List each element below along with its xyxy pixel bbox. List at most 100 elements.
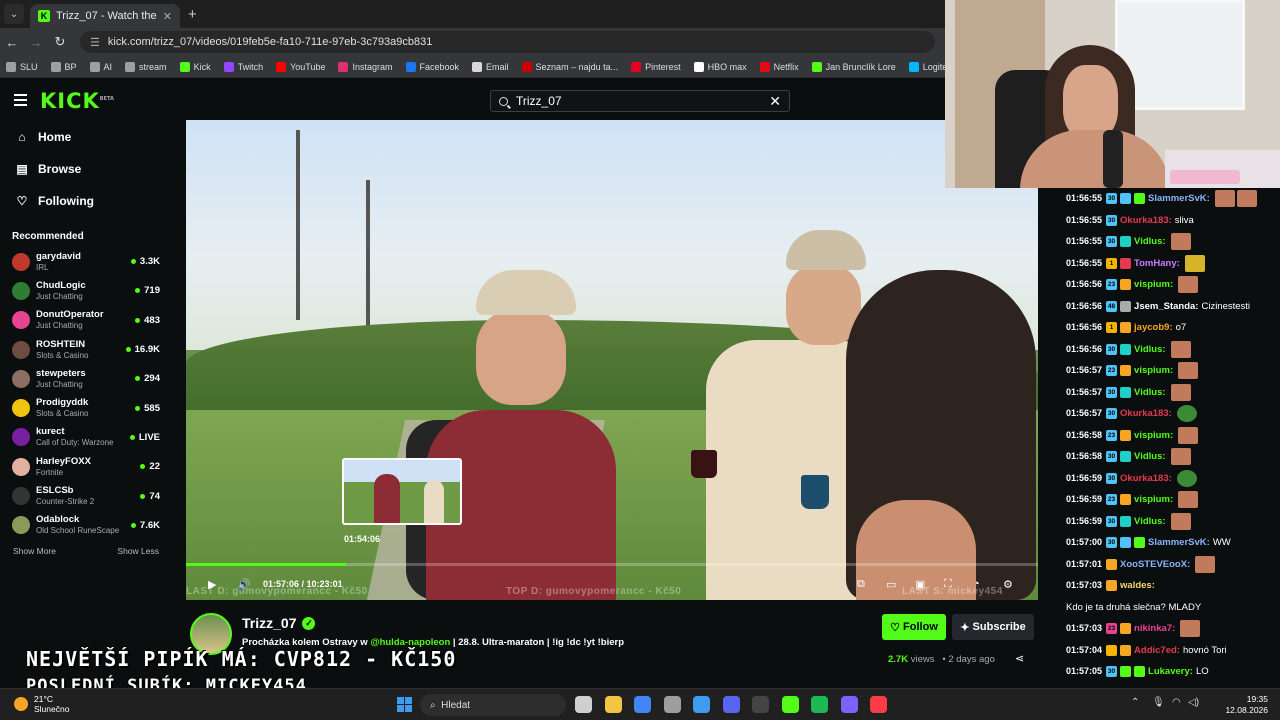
chat-badge-icon[interactable] bbox=[1120, 300, 1132, 312]
chat-badge-icon[interactable]: 23 bbox=[1106, 279, 1118, 290]
chat-badge-icon[interactable] bbox=[1120, 236, 1132, 247]
discord-icon[interactable] bbox=[722, 696, 740, 713]
chat-username[interactable]: nikinka7: bbox=[1134, 618, 1175, 640]
chat-badge-icon[interactable] bbox=[1120, 365, 1132, 376]
recommended-channel[interactable]: DonutOperator Just Chatting 483 bbox=[0, 306, 172, 335]
chat-username[interactable]: Okurka183: bbox=[1120, 210, 1172, 232]
fullscreen-icon[interactable]: ⛶ bbox=[944, 578, 952, 591]
sidebar-nav-item[interactable]: ⌂ Home bbox=[0, 121, 172, 153]
chat-badge-icon[interactable]: 48 bbox=[1106, 300, 1118, 312]
subscribe-button[interactable]: ✦ Subscribe bbox=[952, 614, 1034, 640]
chat-emote[interactable] bbox=[1236, 190, 1257, 207]
chat-badge-icon[interactable] bbox=[1106, 580, 1118, 591]
bookmark-item[interactable]: Facebook bbox=[405, 61, 459, 72]
itunes-icon[interactable] bbox=[870, 696, 887, 713]
chat-emote[interactable] bbox=[1178, 362, 1199, 379]
chat-badge-icon[interactable] bbox=[1106, 644, 1118, 656]
chat-emote[interactable] bbox=[1178, 426, 1199, 444]
search-input[interactable]: Trizz_07 ✕ bbox=[490, 90, 790, 112]
chat-badge-icon[interactable] bbox=[1120, 537, 1132, 548]
chat-username[interactable]: Vidlus: bbox=[1134, 446, 1166, 468]
chat-badge-icon[interactable] bbox=[1120, 343, 1132, 355]
bookmark-item[interactable]: AI bbox=[89, 61, 112, 72]
chat-emote[interactable] bbox=[1178, 491, 1199, 508]
reload-icon[interactable]: ↻ bbox=[48, 34, 72, 50]
recommended-channel[interactable]: ESLCSb Counter-Strike 2 74 bbox=[0, 481, 172, 510]
chat-badge-icon[interactable] bbox=[1134, 666, 1146, 677]
chat-username[interactable]: XooSTEVEooX: bbox=[1120, 554, 1190, 576]
chat-emote[interactable] bbox=[1170, 383, 1191, 401]
messenger-icon[interactable] bbox=[840, 696, 858, 713]
bookmark-item[interactable]: Netflix bbox=[759, 61, 799, 72]
chat-username[interactable]: TomHany: bbox=[1134, 253, 1180, 275]
bookmark-item[interactable]: BP bbox=[50, 61, 77, 72]
chat-badge-icon[interactable]: 30 bbox=[1106, 666, 1118, 677]
weather-widget[interactable]: 21°C Slunečno bbox=[34, 694, 69, 714]
chat-badge-icon[interactable] bbox=[1106, 558, 1118, 570]
play-icon[interactable]: ▶ bbox=[208, 578, 216, 591]
recommended-channel[interactable]: garydavid IRL 3.3K bbox=[0, 247, 172, 276]
follow-button[interactable]: ♡ Follow bbox=[882, 614, 946, 640]
chat-emote[interactable] bbox=[1184, 254, 1205, 272]
chat-badge-icon[interactable]: 30 bbox=[1106, 472, 1118, 484]
theater-icon[interactable]: ▭ bbox=[886, 578, 896, 591]
chat-badge-icon[interactable] bbox=[1120, 494, 1132, 505]
chat-badge-icon[interactable]: 30 bbox=[1106, 537, 1118, 548]
bookmark-item[interactable]: Twitch bbox=[223, 61, 263, 72]
chat-username[interactable]: SlammerSvK: bbox=[1148, 188, 1210, 210]
chat-username[interactable]: Jsem_Standa: bbox=[1134, 296, 1198, 318]
bookmark-item[interactable]: Logitech C980 Strea... bbox=[908, 61, 945, 72]
chat-badge-icon[interactable]: 30 bbox=[1106, 343, 1118, 355]
chat-emote[interactable] bbox=[1180, 620, 1201, 637]
task-view-icon[interactable] bbox=[575, 696, 592, 713]
chat-username[interactable]: Lukavery: bbox=[1148, 661, 1193, 683]
bookmark-item[interactable]: Jan Brunclík Lore bbox=[811, 61, 896, 72]
chat-badge-icon[interactable] bbox=[1120, 451, 1132, 462]
chat-emote[interactable] bbox=[1195, 555, 1216, 573]
url-field[interactable]: ☰ kick.com/trizz_07/videos/019feb5e-fa10… bbox=[80, 31, 935, 53]
bookmark-item[interactable]: Pinterest bbox=[631, 61, 681, 72]
chat-badge-icon[interactable]: 23 bbox=[1106, 494, 1118, 505]
chat-badge-icon[interactable]: 1 bbox=[1106, 257, 1118, 269]
speaker-icon[interactable]: ◁) bbox=[1188, 697, 1199, 708]
file-explorer-icon[interactable] bbox=[604, 696, 622, 713]
windows-start-icon[interactable] bbox=[397, 697, 412, 712]
sidebar-nav-item[interactable]: ▤ Browse bbox=[0, 153, 172, 185]
chat-username[interactable]: jaycob9: bbox=[1134, 317, 1173, 339]
share-icon[interactable]: ⋖ bbox=[1015, 652, 1024, 665]
clock[interactable]: 19:35 12.08.2026 bbox=[1212, 694, 1268, 716]
bookmark-item[interactable]: HBO max bbox=[693, 61, 747, 72]
chat-badge-icon[interactable] bbox=[1120, 623, 1132, 634]
photos-icon[interactable] bbox=[693, 696, 710, 713]
chat-badge-icon[interactable] bbox=[1120, 666, 1132, 677]
clear-search-icon[interactable]: ✕ bbox=[769, 93, 781, 110]
chat-emote[interactable] bbox=[1176, 469, 1197, 487]
chat-badge-icon[interactable]: 23 bbox=[1106, 365, 1118, 376]
speed-icon[interactable]: ◔ bbox=[973, 578, 980, 590]
chat-badge-icon[interactable]: 30 bbox=[1106, 386, 1118, 398]
bookmark-item[interactable]: Seznam – najdu ta... bbox=[521, 61, 618, 72]
bookmark-item[interactable]: Kick bbox=[179, 61, 211, 72]
chat-badge-icon[interactable]: 23 bbox=[1106, 429, 1118, 441]
chat-emote[interactable] bbox=[1178, 276, 1199, 293]
chat-badge-icon[interactable] bbox=[1120, 257, 1132, 269]
chat-badge-icon[interactable]: 23 bbox=[1106, 623, 1118, 634]
kick-app-icon[interactable] bbox=[781, 696, 799, 713]
chat-badge-icon[interactable] bbox=[1120, 515, 1132, 527]
kick-logo[interactable]: KICKBETA bbox=[40, 89, 114, 113]
chat-emote[interactable] bbox=[1176, 405, 1197, 422]
show-more-link[interactable]: Show More bbox=[13, 546, 56, 556]
taskbar-search[interactable]: ⌕ Hledat bbox=[420, 694, 566, 716]
recommended-channel[interactable]: ROSHTEIN Slots & Casino 16.9K bbox=[0, 335, 172, 364]
chat-badge-icon[interactable]: 30 bbox=[1106, 408, 1118, 419]
bookmark-item[interactable]: SLU bbox=[6, 61, 38, 72]
chat-username[interactable]: Okurka183: bbox=[1120, 468, 1172, 490]
chat-badge-icon[interactable]: 30 bbox=[1106, 193, 1118, 204]
chat-username[interactable]: Vidlus: bbox=[1134, 231, 1166, 253]
chat-username[interactable]: Addic7ed: bbox=[1134, 640, 1180, 662]
new-tab-plus-icon[interactable]: + bbox=[188, 6, 197, 23]
recommended-channel[interactable]: HarleyFOXX Fortnite 22 bbox=[0, 452, 172, 481]
chat-username[interactable]: Vidlus: bbox=[1134, 511, 1166, 533]
sidebar-nav-item[interactable]: ♡ Following bbox=[0, 185, 172, 217]
weather-sun-icon[interactable] bbox=[14, 697, 28, 711]
